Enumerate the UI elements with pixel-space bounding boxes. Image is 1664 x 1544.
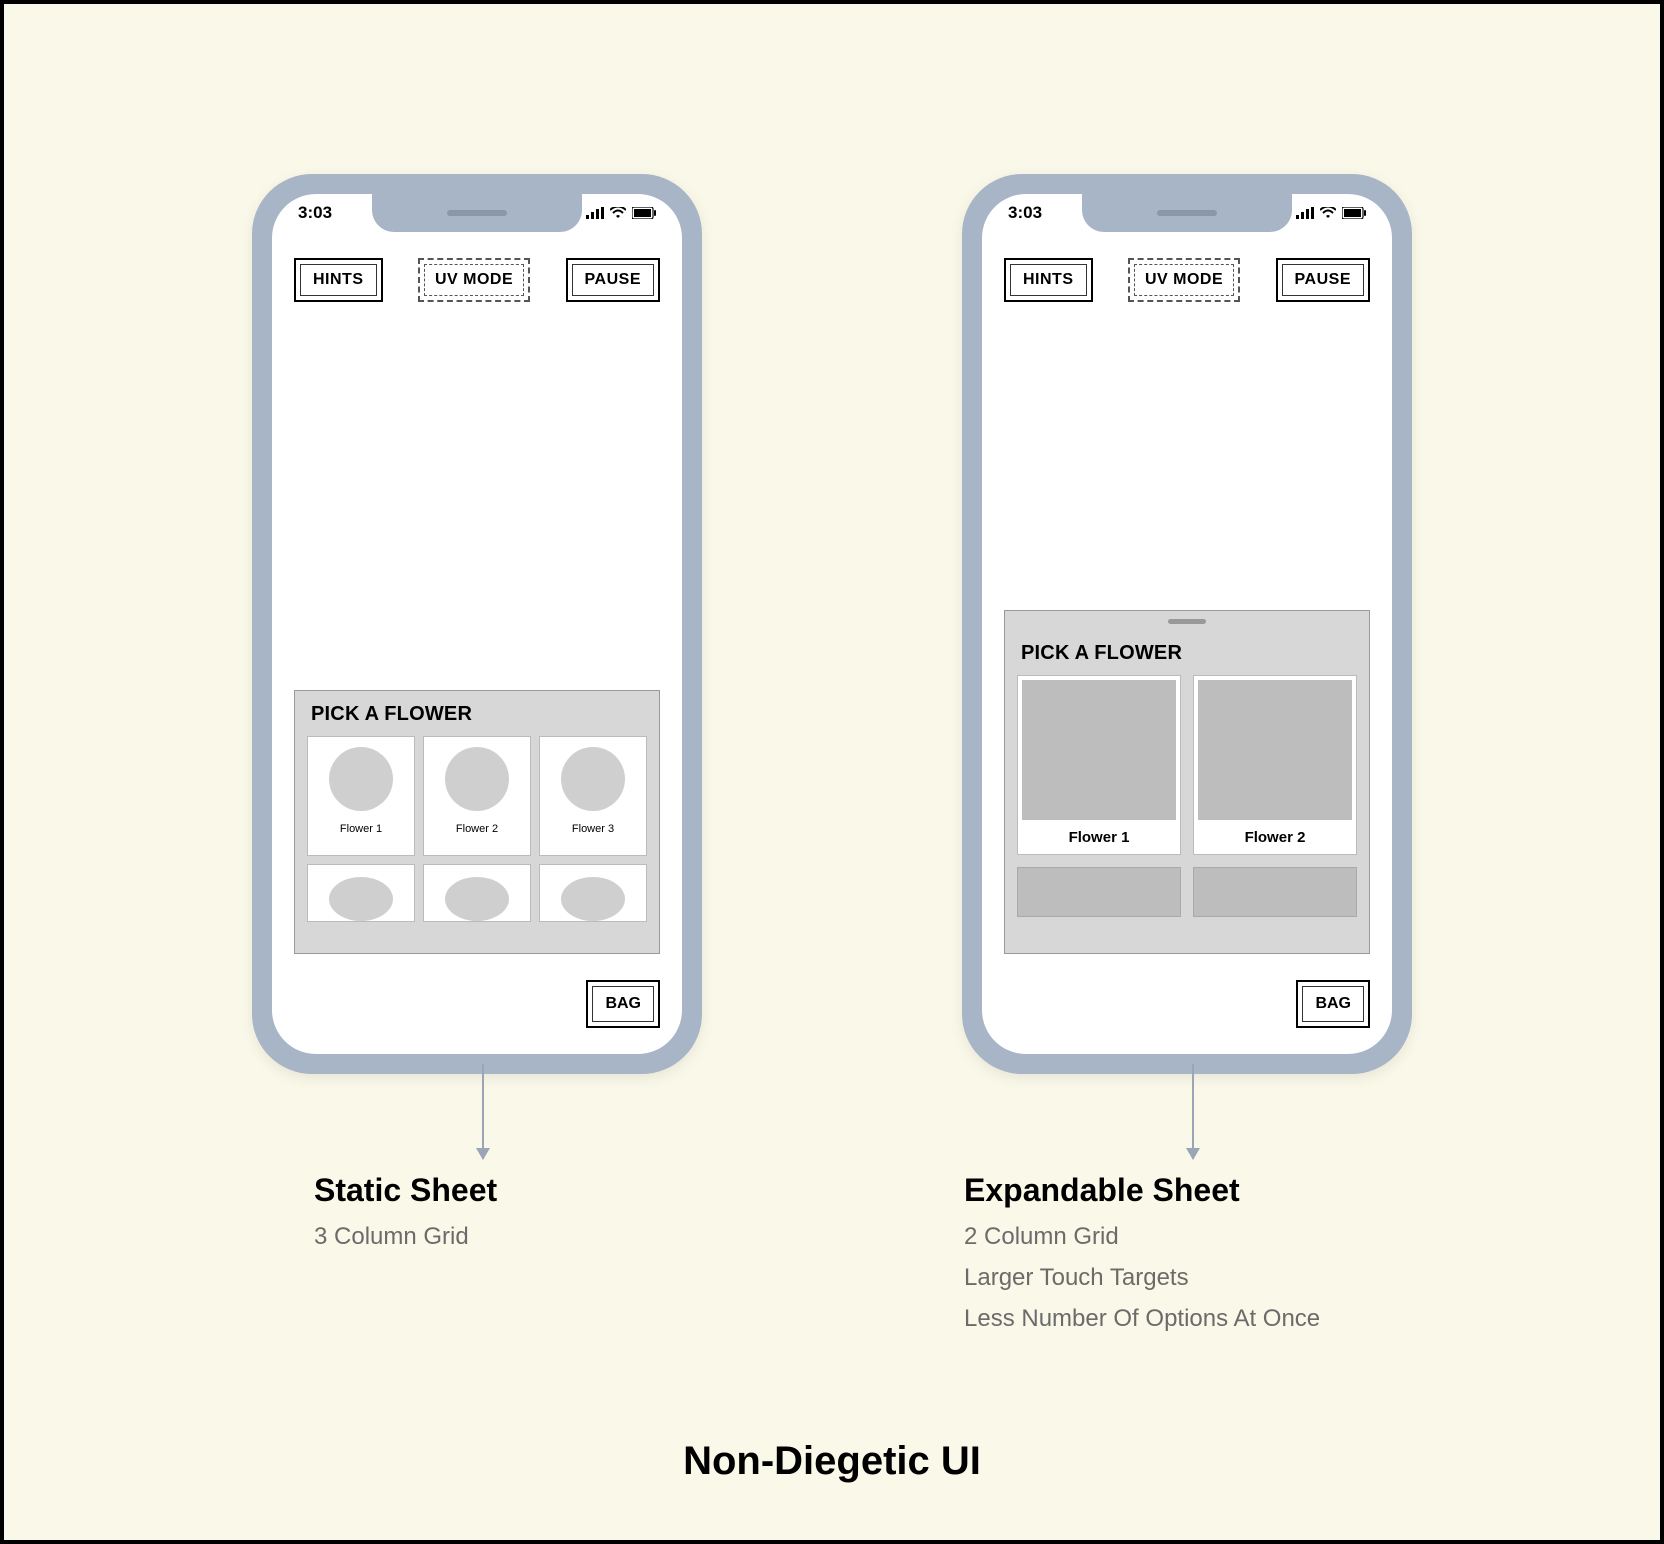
hints-button-label: HINTS — [300, 264, 377, 296]
phones-row: 3:03 HINTS UV MODE — [4, 4, 1660, 1074]
pause-button-label: PAUSE — [1282, 264, 1364, 296]
status-time: 3:03 — [1008, 203, 1042, 223]
flower-label: Flower 1 — [1018, 829, 1180, 846]
signal-icon — [586, 207, 604, 219]
page-title: Non-Diegetic UI — [4, 1439, 1660, 1484]
flower-card[interactable]: Flower 3 — [539, 736, 647, 856]
flower-grid-2col: Flower 1 Flower 2 — [1005, 675, 1369, 855]
flower-sheet-static: PICK A FLOWER Flower 1 Flower 2 Flowe — [294, 690, 660, 954]
flower-card[interactable] — [1017, 867, 1181, 917]
flower-card[interactable]: Flower 1 — [307, 736, 415, 856]
bag-button-label: BAG — [592, 986, 654, 1022]
annotation-arrow-left — [482, 1064, 484, 1159]
pause-button[interactable]: PAUSE — [1276, 258, 1370, 302]
hints-button[interactable]: HINTS — [294, 258, 383, 302]
phone-expandable-sheet: 3:03 HINTS UV MODE — [962, 174, 1412, 1074]
phone-notch — [372, 194, 582, 232]
diagram-canvas: 3:03 HINTS UV MODE — [0, 0, 1664, 1544]
flower-label: Flower 2 — [456, 823, 498, 835]
flower-image-placeholder — [561, 877, 625, 921]
flower-card[interactable]: Flower 1 — [1017, 675, 1181, 855]
bag-button[interactable]: BAG — [1296, 980, 1370, 1028]
status-icons — [586, 207, 656, 219]
flower-label: Flower 3 — [572, 823, 614, 835]
pause-button[interactable]: PAUSE — [566, 258, 660, 302]
sheet-title: PICK A FLOWER — [1005, 630, 1369, 675]
flower-image-placeholder — [1198, 680, 1352, 820]
uv-mode-button[interactable]: UV MODE — [418, 258, 530, 302]
uv-mode-button-label: UV MODE — [1134, 264, 1234, 296]
caption-title: Static Sheet — [314, 1172, 497, 1209]
flower-image-placeholder — [561, 747, 625, 811]
caption-line: 2 Column Grid — [964, 1217, 1320, 1258]
flower-card[interactable]: Flower 2 — [1193, 675, 1357, 855]
flower-grid-3col: Flower 1 Flower 2 Flower 3 — [295, 736, 659, 856]
game-hud: HINTS UV MODE PAUSE — [294, 258, 660, 302]
caption-title: Expandable Sheet — [964, 1172, 1320, 1209]
flower-grid-3col-row2 — [295, 864, 659, 922]
flower-label: Flower 1 — [340, 823, 382, 835]
flower-image-placeholder — [445, 877, 509, 921]
flower-label: Flower 2 — [1194, 829, 1356, 846]
flower-image-placeholder — [329, 877, 393, 921]
flower-image-placeholder — [445, 747, 509, 811]
flower-sheet-expandable[interactable]: PICK A FLOWER Flower 1 Flower 2 — [1004, 610, 1370, 954]
battery-icon — [632, 207, 656, 219]
hints-button[interactable]: HINTS — [1004, 258, 1093, 302]
caption-line: 3 Column Grid — [314, 1217, 497, 1258]
notch-speaker — [1157, 210, 1217, 216]
signal-icon — [1296, 207, 1314, 219]
uv-mode-button[interactable]: UV MODE — [1128, 258, 1240, 302]
flower-card[interactable] — [539, 864, 647, 922]
flower-grid-2col-row2 — [1005, 867, 1369, 917]
uv-mode-button-label: UV MODE — [424, 264, 524, 296]
battery-icon — [1342, 207, 1366, 219]
caption-line: Less Number Of Options At Once — [964, 1299, 1320, 1340]
flower-image-placeholder — [329, 747, 393, 811]
bag-button-label: BAG — [1302, 986, 1364, 1022]
caption-right: Expandable Sheet 2 Column Grid Larger To… — [964, 1172, 1320, 1339]
hints-button-label: HINTS — [1010, 264, 1087, 296]
annotation-arrow-right — [1192, 1064, 1194, 1159]
flower-card[interactable] — [423, 864, 531, 922]
wifi-icon — [610, 207, 626, 219]
caption-left: Static Sheet 3 Column Grid — [314, 1172, 497, 1258]
game-hud: HINTS UV MODE PAUSE — [1004, 258, 1370, 302]
phone-static-sheet: 3:03 HINTS UV MODE — [252, 174, 702, 1074]
notch-speaker — [447, 210, 507, 216]
sheet-drag-handle[interactable] — [1168, 619, 1206, 624]
flower-card[interactable] — [1193, 867, 1357, 917]
status-icons — [1296, 207, 1366, 219]
flower-image-placeholder — [1022, 680, 1176, 820]
pause-button-label: PAUSE — [572, 264, 654, 296]
flower-card[interactable]: Flower 2 — [423, 736, 531, 856]
phone-screen: 3:03 HINTS UV MODE — [982, 194, 1392, 1054]
sheet-title: PICK A FLOWER — [295, 691, 659, 736]
flower-card[interactable] — [307, 864, 415, 922]
phone-notch — [1082, 194, 1292, 232]
status-time: 3:03 — [298, 203, 332, 223]
bag-button[interactable]: BAG — [586, 980, 660, 1028]
caption-line: Larger Touch Targets — [964, 1258, 1320, 1299]
wifi-icon — [1320, 207, 1336, 219]
phone-screen: 3:03 HINTS UV MODE — [272, 194, 682, 1054]
